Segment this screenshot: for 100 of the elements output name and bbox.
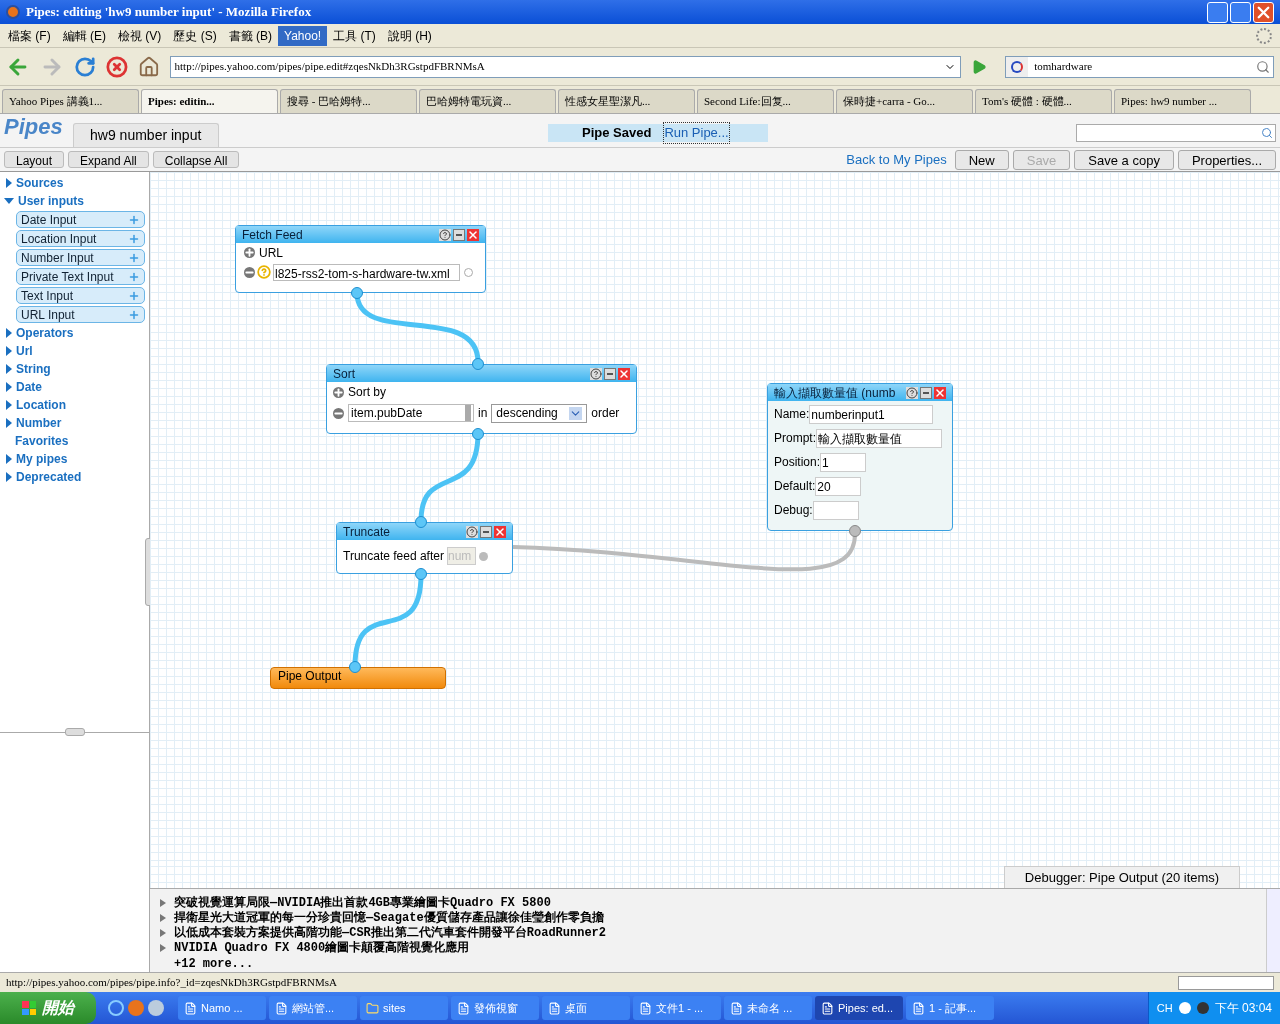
sidebar-category[interactable]: Url: [4, 342, 149, 360]
module-header[interactable]: Fetch Feed: [236, 226, 485, 243]
browser-tab[interactable]: 搜尋 - 巴哈姆特...: [280, 89, 417, 113]
minimize-icon[interactable]: [604, 367, 616, 380]
taskbar-button[interactable]: sites: [360, 996, 448, 1020]
dropdown-icon[interactable]: [569, 406, 583, 420]
debugger-item[interactable]: 以低成本套裝方案提供高階功能—CSR推出第二代汽車套件開發平台RoadRunner2: [160, 925, 1266, 940]
minimize-icon[interactable]: [453, 228, 465, 241]
help-icon[interactable]: [906, 386, 918, 399]
module-header[interactable]: 輸入擷取數量值 (numb: [768, 384, 952, 401]
menu-item[interactable]: 檔案 (F): [2, 25, 57, 46]
browser-tab[interactable]: Second Life:回复...: [697, 89, 834, 113]
minimize-icon[interactable]: [920, 386, 932, 399]
sidebar-category[interactable]: My pipes: [4, 450, 149, 468]
taskbar-button[interactable]: Pipes: ed...: [815, 996, 903, 1020]
sidebar-category[interactable]: Location: [4, 396, 149, 414]
module-item[interactable]: URL Input: [16, 306, 145, 323]
pipe-output-module[interactable]: Pipe Output: [270, 667, 446, 689]
address-bar[interactable]: http://pipes.yahoo.com/pipes/pipe.edit#zqesNkDh3RGstpdFBRNMsA: [169, 55, 962, 78]
taskbar-button[interactable]: Namo ...: [178, 996, 266, 1020]
sidebar-category[interactable]: Number: [4, 414, 149, 432]
add-icon[interactable]: [128, 308, 140, 321]
taskbar-button[interactable]: 未命名 ...: [724, 996, 812, 1020]
close-icon[interactable]: [934, 386, 946, 399]
sort-module[interactable]: Sort Sort by item.pubDate in descending order: [326, 364, 637, 434]
taskbar-button[interactable]: 發佈視窗: [451, 996, 539, 1020]
taskbar-button[interactable]: 桌面: [542, 996, 630, 1020]
module-item[interactable]: Number Input: [16, 249, 145, 266]
add-icon[interactable]: [128, 232, 140, 245]
tray-icon[interactable]: [1196, 1002, 1209, 1014]
browser-tab[interactable]: 巴哈姆特電玩資...: [419, 89, 556, 113]
debugger-tab[interactable]: Debugger: Pipe Output (20 items): [1004, 866, 1240, 888]
add-icon[interactable]: [244, 247, 255, 258]
search-field[interactable]: tomhardware: [1005, 55, 1275, 78]
pipes-search-field[interactable]: [1076, 124, 1276, 142]
close-button[interactable]: [1253, 1, 1274, 23]
sidebar-category[interactable]: Sources: [4, 174, 149, 192]
browser-tab[interactable]: 保時捷+carra - Go...: [836, 89, 973, 113]
resize-handle[interactable]: [65, 728, 85, 736]
help-icon[interactable]: [466, 525, 478, 538]
toolbar-button[interactable]: Properties...: [1177, 149, 1276, 170]
tray-icon[interactable]: [1178, 1002, 1191, 1014]
number-input-module[interactable]: 輸入擷取數量值 (numb Name: numberinput1 Prompt: 輸入擷取數量值 Position: 1 Default: 20 Debug:: [767, 383, 953, 531]
browser-tab[interactable]: Pipes: hw9 number ...: [1114, 89, 1251, 113]
input-field[interactable]: numberinput1: [809, 404, 934, 424]
remove-icon[interactable]: [244, 266, 255, 278]
terminal-icon[interactable]: [472, 358, 484, 370]
add-icon[interactable]: [128, 289, 140, 302]
debugger-item[interactable]: 突破視覺運算局限—NVIDIA推出首款4GB專業繪圖卡Quadro FX 5800: [160, 895, 1266, 910]
menu-item[interactable]: 檢視 (V): [112, 25, 168, 46]
run-pipe-link[interactable]: Run Pipe...: [663, 122, 730, 144]
terminal-icon[interactable]: [478, 551, 488, 561]
sort-field[interactable]: item.pubDate: [348, 404, 474, 422]
module-item[interactable]: Private Text Input: [16, 268, 145, 285]
search-icon[interactable]: [1256, 59, 1271, 74]
sidebar-category[interactable]: Date: [4, 378, 149, 396]
menu-item[interactable]: 工具 (T): [327, 25, 382, 46]
toolbar-button[interactable]: Collapse All: [152, 151, 240, 168]
taskbar-button[interactable]: 1 - 記事...: [906, 996, 994, 1020]
input-field[interactable]: [812, 500, 859, 520]
go-icon[interactable]: [971, 58, 988, 75]
debugger-item[interactable]: NVIDIA Quadro FX 4800繪圖卡顛覆高階視覺化應用: [160, 940, 1266, 955]
browser-tab[interactable]: Yahoo Pipes 講義1...: [2, 89, 139, 113]
menu-item[interactable]: 歷史 (S): [167, 25, 223, 46]
back-to-pipes-link[interactable]: Back to My Pipes: [846, 149, 947, 170]
input-field[interactable]: 1: [820, 452, 867, 472]
add-icon[interactable]: [333, 386, 344, 398]
url-field[interactable]: l825-rss2-tom-s-hardware-tw.xml: [273, 263, 460, 281]
menu-item[interactable]: 書籤 (B): [222, 25, 279, 46]
input-field[interactable]: 輸入擷取數量值: [816, 428, 942, 448]
module-item[interactable]: Date Input: [16, 211, 145, 228]
module-header[interactable]: Sort: [327, 365, 636, 382]
toolbar-button[interactable]: New: [954, 149, 1009, 170]
browser-tab[interactable]: 性感女星聖潔凡...: [558, 89, 695, 113]
scrollbar[interactable]: [1266, 889, 1280, 973]
add-icon[interactable]: [128, 213, 140, 226]
more-items-text[interactable]: +12 more...: [174, 955, 1266, 973]
sidebar-category[interactable]: Operators: [4, 324, 149, 342]
debugger-item[interactable]: 捍衛星光大道冠軍的每一分珍貴回憶—Seagate優質儲存產品讓徐佳瑩創作零負擔: [160, 910, 1266, 925]
order-select[interactable]: descending: [491, 403, 588, 423]
sidebar-category[interactable]: Favorites: [4, 432, 149, 450]
help-icon[interactable]: [590, 367, 602, 380]
pipe-name-tab[interactable]: hw9 number input: [72, 123, 219, 147]
close-icon[interactable]: [494, 525, 506, 538]
menu-item[interactable]: 說明 (H): [381, 25, 438, 46]
module-header[interactable]: Truncate: [337, 523, 512, 540]
home-icon[interactable]: [137, 55, 160, 78]
module-item[interactable]: Text Input: [16, 287, 145, 304]
taskbar-button[interactable]: 網站管...: [269, 996, 357, 1020]
remove-icon[interactable]: [333, 407, 344, 419]
sidebar-category[interactable]: Deprecated: [4, 468, 149, 486]
toolbar-button[interactable]: Save a copy: [1074, 149, 1174, 170]
sidebar-category[interactable]: String: [4, 360, 149, 378]
reload-icon[interactable]: [73, 55, 96, 78]
browser-tab[interactable]: Pipes: editin...: [141, 89, 278, 113]
terminal-icon[interactable]: [415, 516, 427, 528]
taskbar-button[interactable]: 文件1 - ...: [633, 996, 721, 1020]
close-icon[interactable]: [467, 228, 479, 241]
menu-item[interactable]: 編輯 (E): [56, 25, 112, 46]
toolbar-button[interactable]: Expand All: [68, 151, 149, 168]
